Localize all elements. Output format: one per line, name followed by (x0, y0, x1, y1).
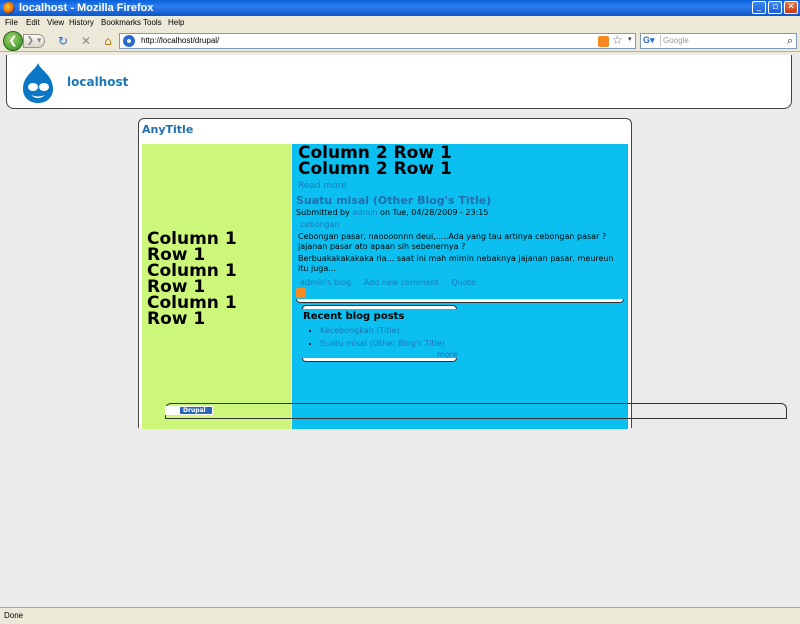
stop-icon[interactable]: ✕ (79, 34, 93, 48)
page-title: AnyTitle (142, 123, 194, 136)
dropdown-arrow-icon[interactable]: ▾ (628, 35, 632, 43)
navigation-toolbar: ❮ ❯ ▾ ↻ ✕ ⌂ http://localhost/drupal/ ☆ ▾… (0, 30, 800, 52)
block-bottom-border (302, 358, 457, 362)
menu-history[interactable]: History (69, 18, 94, 27)
reload-icon[interactable]: ↻ (56, 34, 70, 48)
menu-bookmarks[interactable]: Bookmarks (101, 18, 141, 27)
maximize-button[interactable]: ▫ (768, 1, 782, 14)
column-2: Column 2 Row 1 Column 2 Row 1 Read more … (292, 144, 628, 429)
google-engine-icon[interactable]: G▾ (643, 35, 661, 47)
author-link[interactable]: admin (352, 208, 377, 217)
menu-edit[interactable]: Edit (26, 18, 40, 27)
tag-link[interactable]: cebongan (300, 220, 339, 229)
close-button[interactable]: ✕ (784, 1, 798, 14)
feed-icon[interactable] (296, 288, 306, 298)
page-viewport: localhost AnyTitle Column 1 Row 1 Column… (0, 53, 800, 607)
recent-posts-list: Kecebongkah (Title) Suatu misal (Other B… (320, 324, 445, 350)
node-body-paragraph: Berbuakakakakaka ria... saat ini mah mim… (298, 254, 614, 273)
window-titlebar: localhost - Mozilla Firefox _ ▫ ✕ (0, 0, 800, 16)
menu-bar: File Edit View History Bookmarks Tools H… (0, 16, 800, 30)
read-more-link[interactable]: Read more (298, 181, 347, 191)
blog-link[interactable]: admin's blog (300, 278, 351, 287)
forward-button[interactable]: ❯ ▾ (23, 34, 45, 48)
bookmark-star-icon[interactable]: ☆ (612, 33, 623, 47)
back-button[interactable]: ❮ (3, 31, 23, 51)
quote-link[interactable]: Quote (451, 278, 475, 287)
menu-view[interactable]: View (47, 18, 64, 27)
node-title-link[interactable]: Suatu misal (Other Blog's Title) (296, 194, 491, 207)
search-bar[interactable]: G▾ Google ⌕ (640, 33, 797, 49)
site-name-link[interactable]: localhost (67, 75, 128, 89)
block-top-border (302, 305, 457, 309)
node-body-paragraph: Cebongan pasar, naoooonnn deui,.....Ada … (298, 232, 607, 251)
search-icon[interactable]: ⌕ (787, 34, 793, 48)
submitted-prefix: Submitted by (296, 208, 353, 217)
content-divider (296, 299, 624, 303)
firefox-icon (3, 2, 15, 14)
column-1-text: Column 1 Row 1 Column 1 Row 1 Column 1 R… (147, 229, 237, 329)
column-2-text: Column 2 Row 1 Column 2 Row 1 (298, 143, 452, 179)
drupal-drop-icon (166, 407, 180, 414)
submitted-date: on Tue, 04/28/2009 - 23:15 (377, 208, 489, 217)
site-icon (123, 35, 135, 47)
site-header: localhost (6, 55, 792, 109)
url-bar[interactable]: http://localhost/drupal/ ☆ ▾ (119, 33, 636, 49)
column-1: Column 1 Row 1 Column 1 Row 1 Column 1 R… (142, 144, 291, 429)
footer-box (165, 403, 787, 419)
rss-icon[interactable] (598, 36, 609, 47)
url-text[interactable]: http://localhost/drupal/ (141, 36, 219, 45)
status-bar: Done (0, 607, 800, 624)
menu-tools[interactable]: Tools (143, 18, 162, 27)
footer-divider (165, 418, 787, 419)
block-title: Recent blog posts (303, 311, 405, 322)
minimize-button[interactable]: _ (752, 1, 766, 14)
search-placeholder: Google (663, 36, 689, 45)
node-links: admin's blog Add new comment Quote (300, 278, 486, 287)
recent-post-link[interactable]: Kecebongkah (Title) (320, 326, 400, 335)
add-comment-link[interactable]: Add new comment (364, 278, 439, 287)
menu-help[interactable]: Help (168, 18, 184, 27)
menu-file[interactable]: File (5, 18, 18, 27)
powered-label: Drupal (183, 407, 206, 414)
status-text: Done (4, 611, 24, 620)
page-container: AnyTitle Column 1 Row 1 Column 1 Row 1 C… (138, 118, 632, 429)
powered-by-drupal-badge[interactable]: Drupal (165, 406, 213, 415)
window-title: localhost - Mozilla Firefox (19, 2, 154, 14)
recent-post-link[interactable]: Suatu misal (Other Blog's Title) (320, 339, 445, 348)
submitted-line: Submitted by admin on Tue, 04/28/2009 - … (296, 208, 488, 217)
home-icon[interactable]: ⌂ (101, 34, 115, 48)
drupal-logo-icon[interactable] (19, 61, 57, 105)
